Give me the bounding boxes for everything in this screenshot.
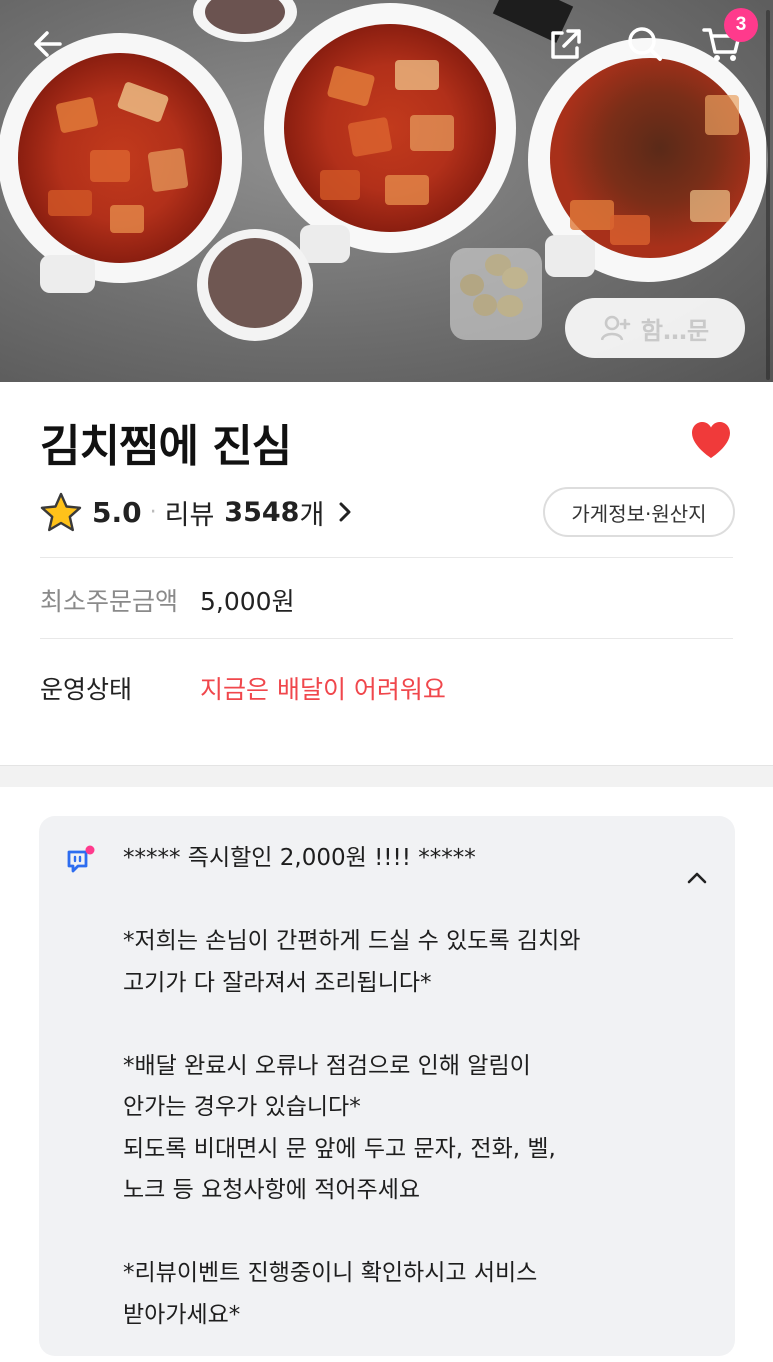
share-icon (551, 29, 581, 59)
favorite-button[interactable] (690, 420, 732, 462)
notice-icon (67, 845, 95, 873)
separator-dot: · (149, 499, 157, 525)
notice-line: 되도록 비대면시 문 앞에 두고 문자, 전화, 벨, (123, 1135, 556, 1162)
heart-icon (692, 422, 730, 458)
notice-line (123, 1004, 683, 1046)
store-name: 김치찜에 진심 (40, 421, 292, 472)
review-unit: 개 (299, 499, 325, 531)
notice-line: 노크 등 요청사항에 적어주세요 (123, 1177, 421, 1203)
notice-line: ***** 즉시할인 2,000원 !!!! ***** (123, 845, 476, 871)
review-label: 리뷰 (164, 499, 215, 531)
back-arrow-icon (34, 31, 62, 57)
collapse-notice-button[interactable] (685, 866, 709, 890)
notice-line (123, 1212, 683, 1254)
rating-value: 5.0 (92, 495, 142, 529)
notice-line: 받아가세요* (123, 1301, 241, 1328)
notice-line: 고기가 다 잘라져서 조리됩니다* (123, 969, 432, 996)
divider (40, 638, 733, 639)
rating-row[interactable]: 5.0 · 리뷰 3548 개 (40, 486, 354, 538)
min-order-label: 최소주문금액 (40, 587, 179, 616)
scrollbar[interactable] (766, 10, 770, 380)
section-separator (0, 765, 773, 787)
status-label: 운영상태 (40, 675, 133, 704)
notice-line: 안가는 경우가 있습니다* (123, 1094, 361, 1120)
notice-line: *리뷰이벤트 진행중이니 확인하시고 서비스 (123, 1260, 538, 1286)
share-button[interactable] (544, 22, 588, 66)
notice-line: *저희는 손님이 간편하게 드실 수 있도록 김치와 (123, 928, 581, 954)
back-button[interactable] (26, 22, 70, 66)
notice-text: ***** 즉시할인 2,000원 !!!! ***** *저희는 손님이 간편… (123, 838, 683, 1336)
store-notice: ***** 즉시할인 2,000원 !!!! ***** *저희는 손님이 간편… (39, 816, 735, 1356)
min-order-value: 5,000원 (200, 587, 295, 616)
chevron-right-icon (339, 502, 351, 522)
group-order-label: 함…문 (640, 316, 710, 345)
add-person-icon (600, 315, 631, 341)
group-order-button[interactable]: 함…문 (565, 298, 745, 358)
notice-line: *배달 완료시 오류나 점검으로 인해 알림이 (123, 1052, 531, 1079)
status-value: 지금은 배달이 어려워요 (200, 675, 446, 704)
divider (40, 557, 733, 558)
notice-line (123, 880, 683, 922)
star-icon (40, 492, 82, 532)
search-button[interactable] (623, 22, 667, 66)
review-count: 3548 (224, 496, 300, 528)
store-info-button[interactable]: 가게정보·원산지 (543, 487, 735, 537)
search-icon (628, 27, 662, 61)
hero-image: 3 함…문 (0, 0, 773, 382)
chevron-up-icon (687, 872, 707, 884)
cart-count-badge: 3 (724, 8, 758, 42)
